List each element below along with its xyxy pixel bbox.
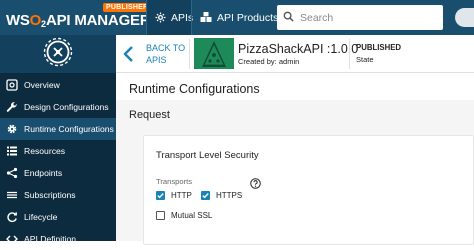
pizza-slice-icon [202,40,226,67]
section-title-request: Request [129,109,170,121]
search-box[interactable] [277,5,443,30]
api-state-value: PUBLISHED [356,43,402,52]
api-products-icon [200,12,212,23]
top-bar: WSO2 API MANAGER PUBLISHER APIs API Prod… [0,0,474,35]
subscriptions-icon [6,189,18,201]
left-sidebar: Overview Design Configurations Runtime C… [0,35,116,244]
search-input[interactable] [300,11,430,24]
tab-api-products[interactable]: API Products [192,0,286,35]
back-to-apis-link[interactable]: BACK TO APIs [146,42,185,66]
http-label: HTTP [171,191,192,200]
transport-security-card: Transport Level Security Transports HTTP… [143,135,474,245]
mutual-ssl-label: Mutual SSL [171,211,213,220]
api-name: PizzaShackAPI :1.0.0 [238,42,359,56]
api-created-by: Created by: admin [238,57,300,66]
transports-label: Transports [156,177,193,186]
sidebar-item-label: Overview [24,80,60,90]
overview-icon [6,79,18,91]
help-icon[interactable] [250,176,261,194]
sidebar-item-overview[interactable]: Overview [0,74,116,96]
sidebar-item-label: Design Configurations [24,102,109,112]
sidebar-item-label: API Definition [24,234,77,244]
api-gear-logo-icon [43,37,73,72]
tab-apis-label: APIs [171,11,194,24]
api-state-label: State [356,55,374,64]
tab-apis[interactable]: APIs [147,0,194,35]
card-title: Transport Level Security [156,150,259,161]
checkbox-checked-icon [201,191,210,200]
content-area: Request Transport Level Security Transpo… [116,100,474,245]
logo-product-name: API MANAGER [46,12,151,29]
back-link-line1: BACK TO [146,43,186,53]
avatar[interactable] [455,8,474,27]
api-header-bar: BACK TO APIs PizzaShackAPI :1.0.0 Create… [116,35,474,73]
https-label: HTTPS [216,191,243,200]
back-link-line2: APIs [146,55,167,65]
gear-icon [6,123,18,135]
logo-wso2-text: WSO2 [6,12,46,29]
sidebar-item-design-configurations[interactable]: Design Configurations [0,96,116,118]
endpoints-icon [6,167,18,179]
api-icon [155,12,166,23]
header-divider [189,39,190,69]
mutual-ssl-checkbox[interactable]: Mutual SSL [156,211,212,220]
publisher-badge: PUBLISHER [103,3,152,12]
main-content: Runtime Configurations Request Transport… [116,74,474,245]
sidebar-item-subscriptions[interactable]: Subscriptions [0,184,116,206]
sidebar-item-endpoints[interactable]: Endpoints [0,162,116,184]
http-checkbox[interactable]: HTTP [156,191,192,200]
sidebar-item-label: Resources [24,146,66,156]
sidebar-item-label: Subscriptions [24,190,76,200]
sidebar-item-runtime-configurations[interactable]: Runtime Configurations [0,118,116,140]
search-icon [283,9,294,27]
sidebar-item-label: Endpoints [24,168,63,178]
header-divider [349,39,350,69]
chevron-left-icon[interactable] [122,45,134,68]
sidebar-item-label: Lifecycle [24,212,58,222]
sidebar-item-resources[interactable]: Resources [0,140,116,162]
resources-icon [6,145,18,157]
wso2-api-manager-logo[interactable]: WSO2 API MANAGER PUBLISHER [6,3,152,33]
code-icon [6,233,18,245]
https-checkbox[interactable]: HTTPS [201,191,242,200]
sidebar-header [0,35,116,73]
sidebar-item-label: Runtime Configurations [24,124,114,134]
checkbox-checked-icon [156,191,165,200]
lifecycle-icon [6,211,18,223]
api-thumbnail [194,38,234,69]
wrench-icon [6,101,18,113]
page-title: Runtime Configurations [129,82,260,96]
checkbox-unchecked-icon [156,211,165,220]
tab-api-products-label: API Products [217,11,279,24]
sidebar-item-lifecycle[interactable]: Lifecycle [0,206,116,228]
sidebar-item-api-definition[interactable]: API Definition [0,228,116,250]
